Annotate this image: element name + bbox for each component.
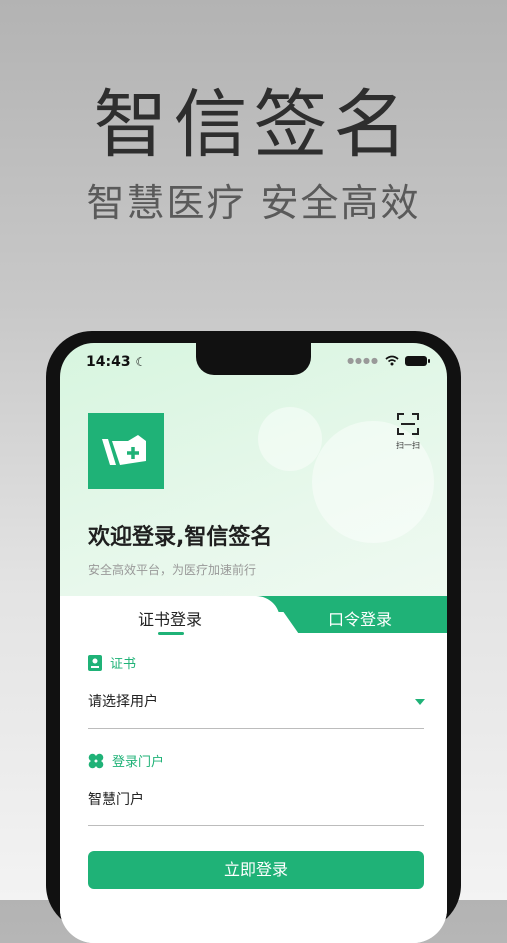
divider <box>88 728 424 729</box>
signal-icon: ●●●● <box>347 356 379 365</box>
welcome-tagline: 安全高效平台，为医疗加速前行 <box>88 563 257 577</box>
divider <box>88 825 424 826</box>
login-button[interactable]: 立即登录 <box>88 851 424 889</box>
app-logo <box>88 413 164 489</box>
tab-active-indicator <box>158 632 184 635</box>
dropdown-arrow-icon[interactable] <box>415 699 425 705</box>
status-time: 14:43 ☾ <box>86 354 147 370</box>
battery-icon <box>405 355 430 366</box>
certificate-icon <box>88 654 102 671</box>
portal-input[interactable]: 智慧门户 <box>88 789 144 809</box>
scan-icon <box>397 413 419 435</box>
tab-password-login[interactable]: 口令登录 <box>300 606 420 630</box>
hero-subtitle: 智慧医疗 安全高效 <box>86 181 421 225</box>
scan-label: 扫一扫 <box>396 441 420 450</box>
phone-notch <box>196 343 311 375</box>
decor-circle <box>258 407 322 471</box>
phone-screen: 14:43 ☾ ●●●● 扫一扫 欢迎登录,智信签名 安全高效平台，为医疗加速前… <box>60 343 447 943</box>
clover-icon <box>88 753 104 768</box>
moon-icon: ☾ <box>135 355 147 369</box>
hero-title: 智信签名 <box>93 82 414 168</box>
portal-field-label: 登录门户 <box>88 751 164 770</box>
wifi-icon <box>385 355 399 366</box>
scan-button[interactable]: 扫一扫 <box>393 413 423 451</box>
phone-frame: 14:43 ☾ ●●●● 扫一扫 欢迎登录,智信签名 安全高效平台，为医疗加速前… <box>46 331 461 943</box>
welcome-title: 欢迎登录,智信签名 <box>88 525 273 550</box>
status-icons: ●●●● <box>347 355 430 366</box>
login-form: 证书 请选择用户 登录门户 智慧门户 立即登录 <box>60 633 447 943</box>
tab-certificate-login[interactable]: 证书登录 <box>120 606 220 630</box>
cert-field-label: 证书 <box>88 653 136 672</box>
cert-select[interactable]: 请选择用户 <box>88 691 158 711</box>
logo-icon <box>102 435 146 465</box>
